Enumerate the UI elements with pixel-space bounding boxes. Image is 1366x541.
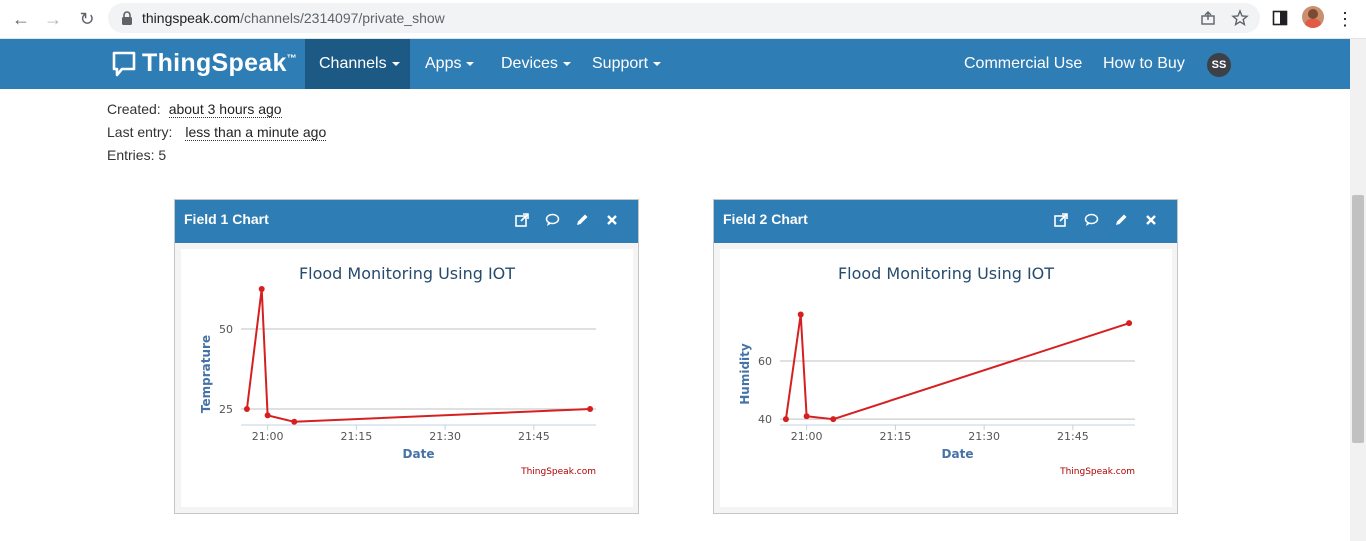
nav-apps-label: Apps bbox=[425, 55, 462, 72]
brand-name: ThingSpeak™ bbox=[142, 49, 297, 77]
line-chart: Flood Monitoring Using IOT 40 60 21:00 21:15… bbox=[738, 264, 1135, 477]
more-menu-icon[interactable]: ⋮ bbox=[1332, 6, 1358, 32]
external-link-icon[interactable] bbox=[1053, 212, 1069, 228]
x-tick-label: 21:15 bbox=[880, 430, 912, 443]
nav-how-to-buy-label: How to Buy bbox=[1103, 55, 1185, 72]
side-panel-icon[interactable] bbox=[1272, 10, 1288, 26]
comment-icon[interactable] bbox=[544, 212, 560, 228]
site-navbar: ThingSpeak™ Channels Apps Devices Suppor… bbox=[0, 39, 1350, 89]
url-text: thingspeak.com/channels/2314097/private_… bbox=[142, 10, 445, 26]
back-icon[interactable]: ← bbox=[8, 6, 34, 32]
y-tick-label: 25 bbox=[219, 403, 233, 416]
panel-header: Field 2 Chart bbox=[714, 200, 1177, 243]
chart-title: Flood Monitoring Using IOT bbox=[838, 264, 1054, 283]
data-point bbox=[782, 416, 789, 423]
close-icon[interactable] bbox=[1143, 212, 1159, 228]
y-tick-label: 50 bbox=[219, 323, 233, 336]
chart-credit: ThingSpeak.com bbox=[1059, 467, 1135, 477]
data-point bbox=[1126, 320, 1133, 327]
page-scrollbar[interactable] bbox=[1350, 39, 1366, 541]
close-icon[interactable] bbox=[604, 212, 620, 228]
y-tick-label: 40 bbox=[758, 413, 772, 426]
created-value: about 3 hours ago bbox=[168, 101, 282, 118]
scrollbar-thumb[interactable] bbox=[1352, 195, 1364, 443]
nav-support[interactable]: Support bbox=[578, 39, 675, 89]
panel-title: Field 1 Chart bbox=[184, 211, 269, 227]
field-1-chart-panel: Field 1 Chart Flood Monitoring Using IOT… bbox=[174, 199, 639, 514]
entries-count: Entries: 5 bbox=[107, 147, 167, 163]
x-axis-title: Date bbox=[942, 447, 974, 461]
edit-pencil-icon[interactable] bbox=[1113, 212, 1129, 228]
x-tick-label: 21:15 bbox=[341, 430, 373, 443]
nav-devices-label: Devices bbox=[501, 55, 558, 72]
x-axis-title: Date bbox=[403, 447, 435, 461]
lock-icon bbox=[122, 11, 132, 25]
comment-icon[interactable] bbox=[1083, 212, 1099, 228]
panel-header: Field 1 Chart bbox=[175, 200, 638, 243]
panel-title: Field 2 Chart bbox=[723, 211, 808, 227]
created-label: Created: bbox=[107, 101, 161, 117]
series-line bbox=[245, 288, 591, 423]
x-tick-label: 21:00 bbox=[791, 430, 823, 443]
reload-icon[interactable]: ↻ bbox=[74, 6, 100, 32]
created-row: Created: about 3 hours ago bbox=[107, 101, 282, 118]
caret-down-icon bbox=[562, 62, 571, 66]
thingspeak-logo[interactable]: ThingSpeak™ bbox=[112, 49, 297, 78]
external-link-icon[interactable] bbox=[514, 212, 530, 228]
y-axis-title: Temprature bbox=[199, 335, 213, 413]
chart-title: Flood Monitoring Using IOT bbox=[299, 264, 515, 283]
user-avatar[interactable]: SS bbox=[1207, 53, 1231, 77]
last-entry-value: less than a minute ago bbox=[185, 124, 327, 141]
edit-pencil-icon[interactable] bbox=[574, 212, 590, 228]
nav-commercial-label: Commercial Use bbox=[964, 55, 1083, 72]
data-point bbox=[587, 406, 594, 412]
data-point bbox=[830, 416, 837, 423]
nav-channels[interactable]: Channels bbox=[305, 39, 410, 89]
nav-apps[interactable]: Apps bbox=[411, 39, 488, 89]
address-bar[interactable]: thingspeak.com/channels/2314097/private_… bbox=[108, 3, 1260, 33]
last-entry-label: Last entry: bbox=[107, 124, 173, 140]
nav-channels-label: Channels bbox=[319, 55, 387, 72]
bookmark-star-icon[interactable] bbox=[1231, 9, 1249, 27]
data-point bbox=[264, 412, 271, 419]
nav-devices[interactable]: Devices bbox=[487, 39, 585, 89]
nav-how-to-buy[interactable]: How to Buy bbox=[1089, 39, 1199, 89]
y-tick-label: 60 bbox=[758, 355, 772, 368]
profile-avatar[interactable] bbox=[1302, 6, 1324, 28]
data-point bbox=[258, 286, 265, 292]
x-tick-label: 21:30 bbox=[968, 430, 1000, 443]
x-tick-label: 21:00 bbox=[252, 430, 284, 443]
caret-down-icon bbox=[653, 62, 662, 66]
y-axis-title: Humidity bbox=[738, 343, 752, 405]
speech-bubble-logo-icon bbox=[112, 51, 136, 76]
forward-icon[interactable]: → bbox=[40, 6, 66, 32]
caret-down-icon bbox=[391, 62, 400, 66]
chart-area: Flood Monitoring Using IOT 25 50 21:00 21:15… bbox=[181, 249, 633, 507]
data-point bbox=[243, 406, 250, 412]
url-host: thingspeak.com bbox=[142, 10, 241, 26]
chart-area: Flood Monitoring Using IOT 40 60 21:00 21:15… bbox=[720, 249, 1172, 507]
browser-toolbar: ← → ↻ thingspeak.com/channels/2314097/pr… bbox=[0, 0, 1366, 39]
line-chart: Flood Monitoring Using IOT 25 50 21:00 21:15… bbox=[199, 264, 596, 477]
x-tick-label: 21:45 bbox=[1057, 430, 1089, 443]
series-line bbox=[784, 313, 1130, 421]
data-point bbox=[803, 413, 810, 420]
data-point bbox=[797, 311, 804, 318]
field-2-chart-panel: Field 2 Chart Flood Monitoring Using IOT… bbox=[713, 199, 1178, 514]
share-icon[interactable] bbox=[1200, 10, 1216, 26]
nav-support-label: Support bbox=[592, 55, 649, 72]
x-tick-label: 21:45 bbox=[518, 430, 550, 443]
last-entry-row: Last entry: less than a minute ago bbox=[107, 124, 327, 141]
data-point bbox=[291, 418, 298, 425]
chart-credit: ThingSpeak.com bbox=[520, 467, 596, 477]
url-path: /channels/2314097/private_show bbox=[240, 10, 445, 26]
x-tick-label: 21:30 bbox=[429, 430, 461, 443]
nav-commercial-use[interactable]: Commercial Use bbox=[950, 39, 1096, 89]
caret-down-icon bbox=[466, 62, 475, 66]
